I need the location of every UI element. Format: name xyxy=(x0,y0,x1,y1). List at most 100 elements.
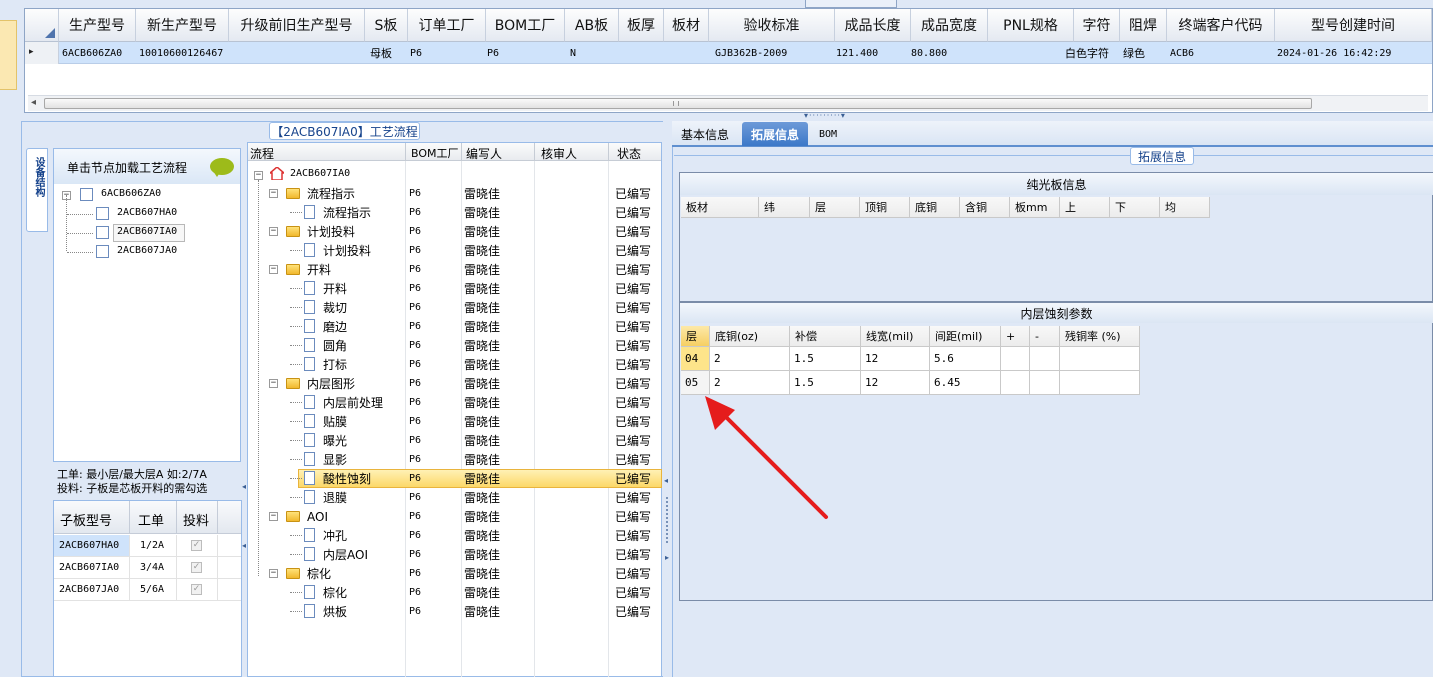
tab-basic-info[interactable]: 基本信息 xyxy=(674,122,736,146)
etching-col[interactable]: 层 xyxy=(681,326,710,347)
process-row[interactable]: − 计划投料 P6 雷晓佳 已编写 xyxy=(248,222,662,241)
splitter-arrow-icon[interactable]: ◂ xyxy=(242,482,246,491)
bare-board-col[interactable]: 含铜 xyxy=(960,197,1010,218)
bare-board-col[interactable]: 下 xyxy=(1110,197,1160,218)
cell-ab-board[interactable]: N xyxy=(570,42,576,64)
etching-cell[interactable] xyxy=(1030,371,1060,395)
bare-board-col[interactable]: 层 xyxy=(810,197,860,218)
collapse-icon[interactable]: − xyxy=(269,512,278,521)
etching-layer-cell[interactable]: 04 xyxy=(681,347,710,371)
tree-child-node[interactable]: 2ACB607HA0 xyxy=(62,195,232,251)
cell-s-board[interactable]: 母板 xyxy=(370,42,392,64)
cell-order-factory[interactable]: P6 xyxy=(410,42,422,64)
process-row[interactable]: 打标 P6 雷晓佳 已编写 xyxy=(248,355,662,374)
feed-checkbox[interactable]: ✓ xyxy=(191,584,202,595)
bare-board-col[interactable]: 上 xyxy=(1060,197,1110,218)
etching-cell[interactable]: 12 xyxy=(861,347,930,371)
bare-board-col[interactable]: 板mm xyxy=(1010,197,1060,218)
col-status[interactable]: 状态 xyxy=(617,145,641,162)
cell-created[interactable]: 2024-01-26 16:42:29 xyxy=(1277,42,1391,64)
col-bom-factory[interactable]: BOM工厂 xyxy=(486,9,565,42)
side-vertical-tab[interactable]: 设备结构 xyxy=(26,148,48,232)
etching-cell[interactable] xyxy=(1001,347,1030,371)
splitter-grip-icon[interactable]: ▾·········▾ xyxy=(804,111,846,120)
collapse-icon[interactable]: − xyxy=(269,379,278,388)
process-row[interactable]: 裁切 P6 雷晓佳 已编写 xyxy=(248,298,662,317)
process-row[interactable]: 内层前处理 P6 雷晓佳 已编写 xyxy=(248,393,662,412)
splitter-arrow-icon[interactable]: ◂ xyxy=(664,476,668,485)
col-pnl[interactable]: PNL规格 xyxy=(988,9,1074,42)
horizontal-scrollbar[interactable]: ◂ xyxy=(28,95,1428,111)
collapse-icon[interactable]: − xyxy=(269,227,278,236)
bare-board-col[interactable]: 底铜 xyxy=(910,197,960,218)
splitter-arrow-icon[interactable]: ◂ xyxy=(242,541,246,550)
collapse-icon[interactable]: − xyxy=(269,569,278,578)
sub-table-row[interactable]: 2ACB607IA0 3/4A ✓ xyxy=(54,557,241,579)
cell-new-model[interactable]: 10010600126467 xyxy=(139,42,223,64)
scroll-left-icon[interactable]: ◂ xyxy=(31,97,36,108)
process-row[interactable]: − 棕化 P6 雷晓佳 已编写 xyxy=(248,564,662,583)
cell-customer[interactable]: ACB6 xyxy=(1170,42,1194,64)
col-width[interactable]: 成品宽度 xyxy=(911,9,988,42)
col-s-board[interactable]: S板 xyxy=(365,9,408,42)
etching-col[interactable]: 间距(mil) xyxy=(930,326,1001,347)
process-row[interactable]: 计划投料 P6 雷晓佳 已编写 xyxy=(248,241,662,260)
feed-checkbox[interactable]: ✓ xyxy=(191,562,202,573)
feed-checkbox[interactable]: ✓ xyxy=(191,540,202,551)
tree-child-node-selected[interactable]: 2ACB607IA0 xyxy=(62,224,232,242)
collapse-icon[interactable]: − xyxy=(254,171,263,180)
col-order-factory[interactable]: 订单工厂 xyxy=(408,9,486,42)
left-window-tab[interactable] xyxy=(0,20,17,90)
process-row[interactable]: 烘板 P6 雷晓佳 已编写 xyxy=(248,602,662,621)
cell-prod-model[interactable]: 6ACB606ZA0 xyxy=(62,42,122,64)
etching-cell[interactable]: 6.45 xyxy=(930,371,1001,395)
process-row[interactable]: 冲孔 P6 雷晓佳 已编写 xyxy=(248,526,662,545)
col-sub-order[interactable]: 工单 xyxy=(138,510,164,529)
col-mask[interactable]: 阻焊 xyxy=(1120,9,1167,42)
process-row[interactable]: 酸性蚀刻 P6 雷晓佳 已编写 xyxy=(248,469,662,488)
process-tree-root[interactable]: − 2ACB607IA0 xyxy=(250,165,400,184)
col-flow[interactable]: 流程 xyxy=(250,145,274,162)
sub-table-row[interactable]: 2ACB607HA0 1/2A ✓ xyxy=(54,535,241,557)
collapse-icon[interactable]: − xyxy=(269,189,278,198)
etching-col[interactable]: + xyxy=(1001,326,1030,347)
etching-col[interactable]: 底铜(oz) xyxy=(710,326,790,347)
splitter-grip-icon[interactable] xyxy=(666,497,668,543)
bare-board-col[interactable]: 顶铜 xyxy=(860,197,910,218)
tree-child-node[interactable]: 2ACB607JA0 xyxy=(62,243,232,261)
etching-cell[interactable]: 1.5 xyxy=(790,347,861,371)
cell-char[interactable]: 白色字符 xyxy=(1065,42,1109,64)
col-length[interactable]: 成品长度 xyxy=(835,9,911,42)
col-old-model[interactable]: 升级前旧生产型号 xyxy=(229,9,365,42)
etching-cell[interactable] xyxy=(1060,347,1140,371)
bare-board-col[interactable]: 板材 xyxy=(681,197,759,218)
col-thickness[interactable]: 板厚 xyxy=(619,9,664,42)
cell-length[interactable]: 121.400 xyxy=(836,42,878,64)
process-splitter[interactable]: ◂ ▸ xyxy=(663,121,672,677)
tab-extended-info[interactable]: 拓展信息 xyxy=(742,122,808,146)
scrollbar-thumb[interactable] xyxy=(44,98,1312,109)
row-indicator[interactable]: ▸ xyxy=(25,42,59,64)
process-row[interactable]: − 内层图形 P6 雷晓佳 已编写 xyxy=(248,374,662,393)
splitter-arrow-icon[interactable]: ▸ xyxy=(665,553,669,562)
bare-board-col[interactable]: 均 xyxy=(1160,197,1210,218)
etching-cell[interactable]: 2 xyxy=(710,347,790,371)
col-char[interactable]: 字符 xyxy=(1074,9,1120,42)
col-new-model[interactable]: 新生产型号 xyxy=(136,9,229,42)
col-reviewer[interactable]: 核审人 xyxy=(541,145,577,162)
process-row[interactable]: 退膜 P6 雷晓佳 已编写 xyxy=(248,488,662,507)
col-customer[interactable]: 终端客户代码 xyxy=(1167,9,1275,42)
col-writer[interactable]: 编写人 xyxy=(466,145,502,162)
etching-col[interactable]: 残铜率 (%) xyxy=(1060,326,1140,347)
etching-cell[interactable]: 5.6 xyxy=(930,347,1001,371)
col-bom[interactable]: BOM工厂 xyxy=(411,145,459,161)
horizontal-splitter[interactable]: ▾·········▾ xyxy=(0,111,1433,121)
process-row[interactable]: − AOI P6 雷晓佳 已编写 xyxy=(248,507,662,526)
etching-cell[interactable]: 12 xyxy=(861,371,930,395)
etching-cell[interactable] xyxy=(1060,371,1140,395)
process-row[interactable]: 圆角 P6 雷晓佳 已编写 xyxy=(248,336,662,355)
process-row[interactable]: 曝光 P6 雷晓佳 已编写 xyxy=(248,431,662,450)
cell-mask[interactable]: 绿色 xyxy=(1123,42,1145,64)
collapse-icon[interactable]: − xyxy=(269,265,278,274)
process-row[interactable]: − 开料 P6 雷晓佳 已编写 xyxy=(248,260,662,279)
